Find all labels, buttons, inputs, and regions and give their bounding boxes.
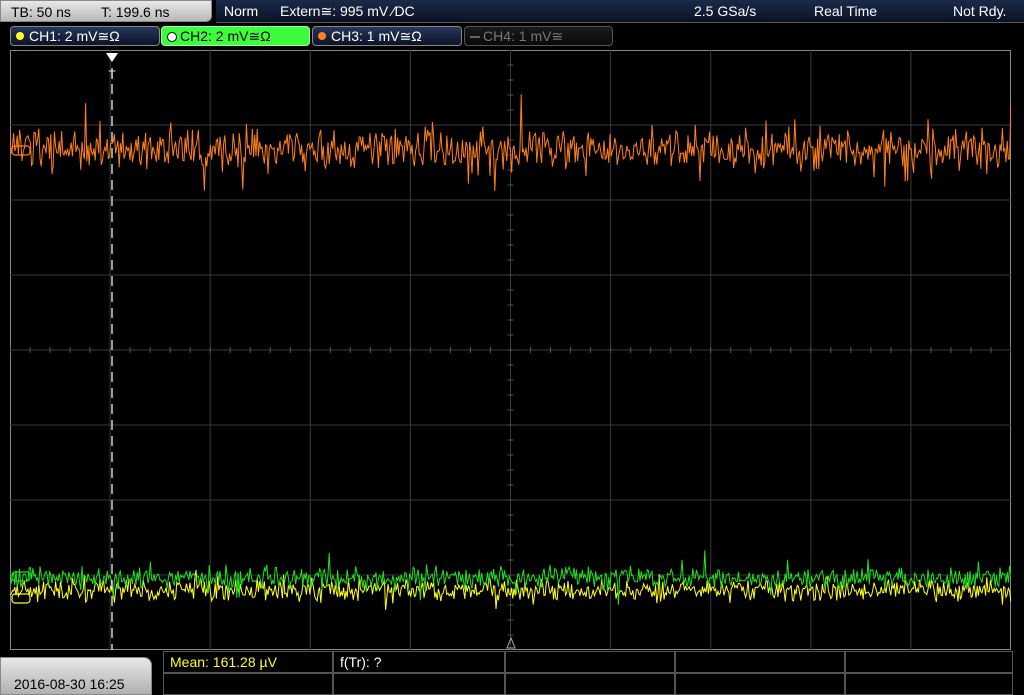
- measurement-frequency[interactable]: f(Tr): ?: [333, 651, 505, 673]
- channel-4-label: CH4: 1 mV≅: [483, 28, 564, 44]
- channel-2-label: CH2: 2 mV≅Ω: [180, 28, 271, 44]
- timebase-label: TB: 50 ns: [11, 4, 71, 20]
- measurement-slot-7[interactable]: [333, 673, 505, 695]
- measurement-mean[interactable]: Mean: 161.28 µV: [163, 651, 333, 673]
- measurement-frequency-value: f(Tr): ?: [340, 654, 382, 670]
- channel-1-button[interactable]: CH1: 2 mV≅Ω: [10, 26, 160, 46]
- sample-rate: 2.5 GSa/s: [694, 3, 757, 19]
- measurement-slot-6[interactable]: [163, 673, 333, 695]
- channel-1-label: CH1: 2 mV≅Ω: [29, 28, 120, 44]
- bottom-bar: 2016-08-30 16:25 Mean: 161.28 µV f(Tr): …: [0, 651, 1024, 695]
- channel-3-label: CH3: 1 mV≅Ω: [331, 28, 422, 44]
- channel-4-off-icon: [470, 36, 480, 38]
- measurement-slot-10[interactable]: [845, 673, 1013, 695]
- measurement-slot-8[interactable]: [505, 673, 675, 695]
- measurement-slot-4[interactable]: [675, 651, 845, 673]
- waveform-display[interactable]: T: [10, 50, 1011, 650]
- trigger-time-label: T: 199.6 ns: [101, 4, 170, 20]
- timebase-box[interactable]: TB: 50 ns T: 199.6 ns: [0, 0, 212, 22]
- channel-1-dot-icon: [16, 32, 24, 40]
- datetime-box[interactable]: 2016-08-30 16:25: [0, 657, 152, 695]
- channel-3-dot-icon: [318, 32, 326, 40]
- channel-2-dot-icon: [167, 32, 177, 42]
- trigger-mode: Norm: [224, 3, 259, 19]
- measurement-slot-3[interactable]: [505, 651, 675, 673]
- acquisition-status: Not Rdy.: [953, 3, 1007, 19]
- measurement-panel[interactable]: Mean: 161.28 µV f(Tr): ?: [163, 651, 1013, 695]
- measurement-slot-9[interactable]: [675, 673, 845, 695]
- channel-bar: CH1: 2 mV≅Ω CH2: 2 mV≅Ω CH3: 1 mV≅Ω CH4:…: [0, 26, 1024, 48]
- datetime-label: 2016-08-30 16:25: [14, 676, 125, 692]
- channel-2-button[interactable]: CH2: 2 mV≅Ω: [161, 26, 310, 46]
- channel-4-button[interactable]: CH4: 1 mV≅: [464, 26, 613, 46]
- channel-3-button[interactable]: CH3: 1 mV≅Ω: [312, 26, 462, 46]
- measurement-mean-value: Mean: 161.28 µV: [170, 654, 277, 670]
- top-status-bar: TB: 50 ns T: 199.6 ns Norm Extern≅: 995 …: [0, 0, 1024, 24]
- ch1-ground-marker-icon[interactable]: [11, 593, 31, 604]
- trigger-source: Extern≅: 995 mV ⁄DC: [280, 3, 415, 19]
- trigger-marker-icon[interactable]: T: [106, 53, 118, 82]
- measurement-slot-5[interactable]: [845, 651, 1013, 673]
- acquisition-mode: Real Time: [814, 3, 878, 19]
- svg-text:T: T: [108, 68, 116, 82]
